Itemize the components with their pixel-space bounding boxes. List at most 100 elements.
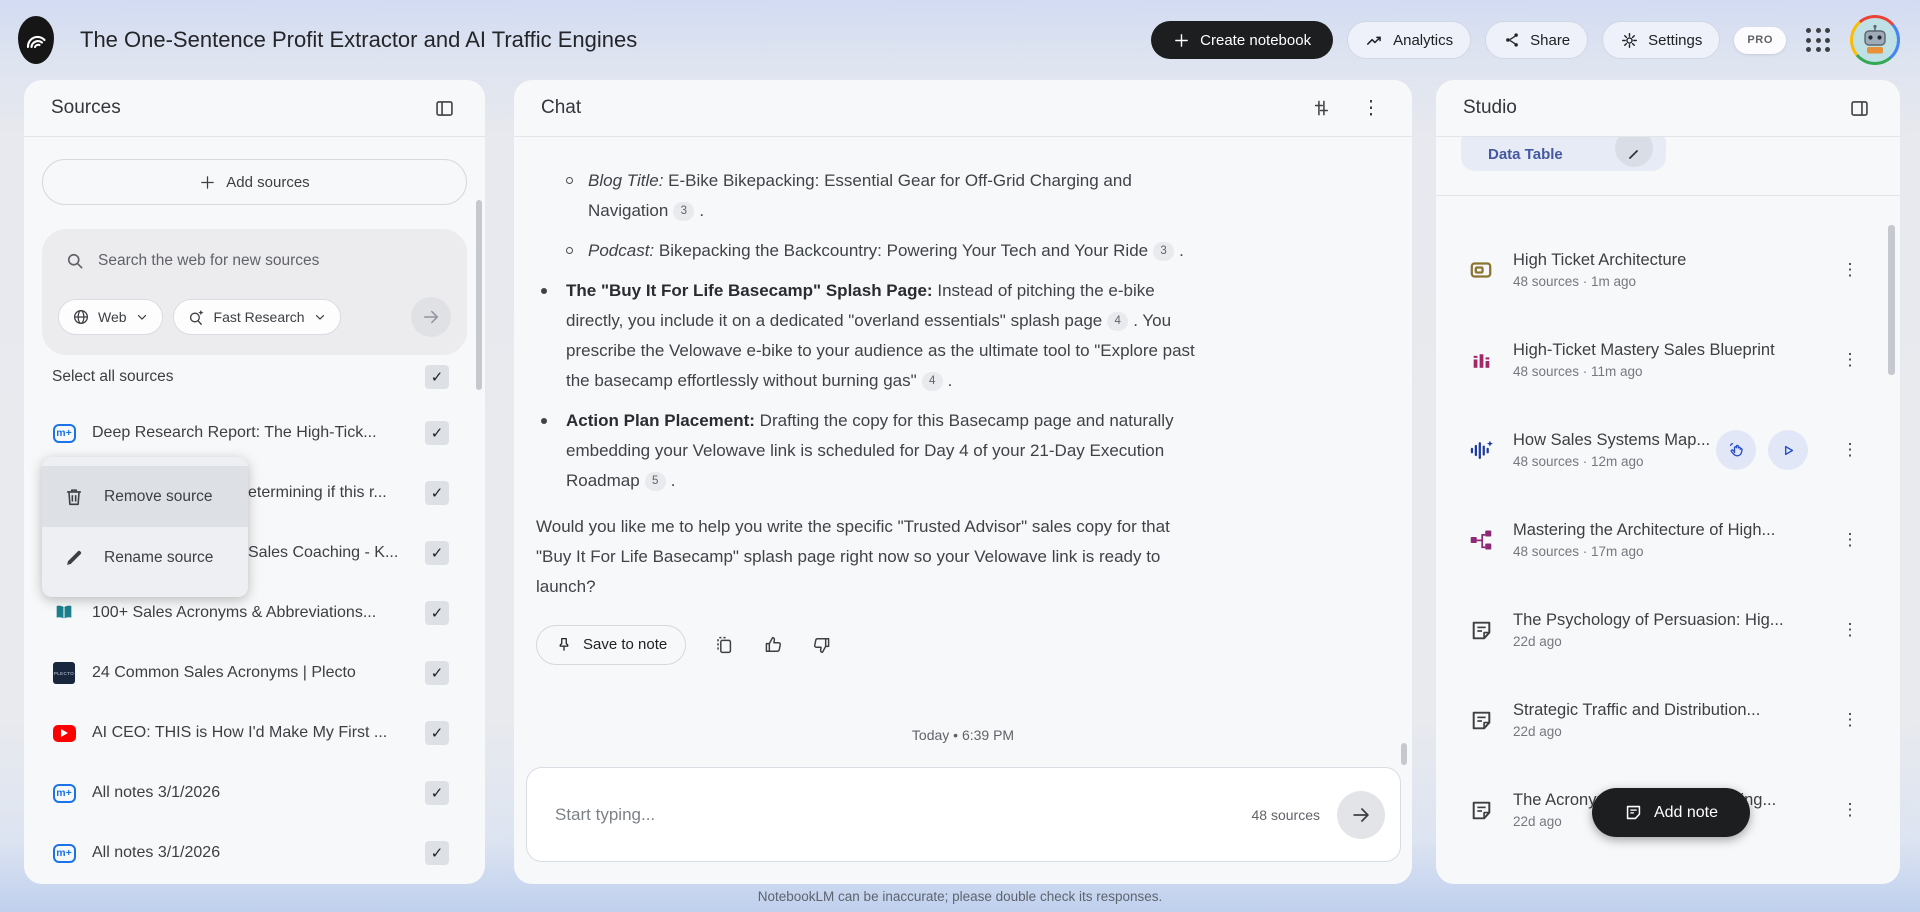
select-all-checkbox[interactable] xyxy=(425,365,449,389)
arrow-right-icon xyxy=(1350,804,1372,826)
source-row[interactable]: m+ All notes 3/1/2026 xyxy=(24,823,485,883)
source-search-input[interactable]: Search the web for new sources xyxy=(58,247,451,275)
item-more-icon[interactable]: ⋮ xyxy=(1838,800,1862,820)
disclaimer-text: NotebookLM can be inaccurate; please dou… xyxy=(0,889,1920,904)
source-checkbox[interactable] xyxy=(425,601,449,625)
chat-header: Chat ⋮ xyxy=(514,80,1412,137)
source-checkbox[interactable] xyxy=(425,721,449,745)
gear-icon xyxy=(1620,31,1639,50)
source-row[interactable]: PLECTO 24 Common Sales Acronyms | Plecto xyxy=(24,643,485,703)
citation-chip[interactable]: 4 xyxy=(1107,312,1128,331)
studio-item[interactable]: The Psychology of Persuasion: Hig... 22d… xyxy=(1436,585,1900,675)
source-checkbox[interactable] xyxy=(425,481,449,505)
citation-chip[interactable]: 3 xyxy=(1153,242,1174,261)
studio-item[interactable]: High-Ticket Mastery Sales Blueprint 48 s… xyxy=(1436,315,1900,405)
item-more-icon[interactable]: ⋮ xyxy=(1838,710,1862,730)
interactive-mode-button[interactable] xyxy=(1716,430,1756,470)
note-doc-icon: m+ xyxy=(53,784,76,803)
apps-grid-icon[interactable] xyxy=(1806,28,1830,52)
source-checkbox[interactable] xyxy=(425,841,449,865)
source-row[interactable]: AI CEO: THIS is How I'd Make My First ..… xyxy=(24,703,485,763)
audio-overview-icon xyxy=(1466,437,1496,464)
remove-source-menu-item[interactable]: Remove source xyxy=(42,466,248,527)
list-item-podcast: Podcast: Bikepacking the Backcountry: Po… xyxy=(536,236,1376,266)
settings-button[interactable]: Settings xyxy=(1602,21,1720,59)
source-checkbox[interactable] xyxy=(425,421,449,445)
item-more-icon[interactable]: ⋮ xyxy=(1838,440,1862,460)
source-checkbox[interactable] xyxy=(425,541,449,565)
studio-body: Data Table High Ticket Architecture 48 s… xyxy=(1436,137,1900,884)
globe-icon xyxy=(72,308,90,326)
item-more-icon[interactable]: ⋮ xyxy=(1838,620,1862,640)
notebook-title[interactable]: The One-Sentence Profit Extractor and AI… xyxy=(80,27,637,53)
search-filter-row: Web Fast Research xyxy=(58,297,451,337)
studio-item[interactable]: The Content Creation Engine: Wee... ⋮ xyxy=(1436,855,1900,884)
studio-item[interactable]: Mastering the Architecture of High... 48… xyxy=(1436,495,1900,585)
bullet-icon xyxy=(541,418,547,424)
message-actions: Save to note xyxy=(536,625,1376,665)
chat-scrollbar[interactable] xyxy=(1401,743,1407,765)
send-button[interactable] xyxy=(1337,791,1385,839)
audio-actions xyxy=(1716,430,1808,470)
chat-input-box: 48 sources xyxy=(526,767,1401,862)
rename-source-menu-item[interactable]: Rename source xyxy=(42,527,248,588)
web-search-card: Search the web for new sources Web Fast … xyxy=(42,229,467,355)
note-icon xyxy=(1466,618,1496,643)
bullet-icon xyxy=(566,247,573,254)
source-row[interactable]: m+ Deep Research Report: The High-Tick..… xyxy=(24,403,485,463)
source-checkbox[interactable] xyxy=(425,781,449,805)
share-icon xyxy=(1503,31,1521,49)
sources-scrollbar[interactable] xyxy=(476,200,482,390)
studio-item[interactable]: Strategic Traffic and Distribution... 22… xyxy=(1436,675,1900,765)
citation-chip[interactable]: 5 xyxy=(645,472,666,491)
list-item-splash-page: The "Buy It For Life Basecamp" Splash Pa… xyxy=(536,276,1376,396)
avatar[interactable] xyxy=(1850,15,1900,65)
source-checkbox[interactable] xyxy=(425,661,449,685)
citation-chip[interactable]: 4 xyxy=(922,372,943,391)
studio-item[interactable]: How Sales Systems Map... 48 sources · 12… xyxy=(1436,405,1900,495)
analytics-button[interactable]: Analytics xyxy=(1347,21,1471,59)
trash-icon xyxy=(63,486,85,508)
share-button[interactable]: Share xyxy=(1485,21,1588,59)
mindmap-icon xyxy=(1466,527,1496,553)
search-submit-button[interactable] xyxy=(411,297,451,337)
copy-icon[interactable] xyxy=(713,634,735,656)
source-row[interactable]: m+ All notes 3/1/2026 xyxy=(24,763,485,823)
plus-icon xyxy=(199,174,216,191)
chat-settings-icon[interactable] xyxy=(1304,91,1338,125)
studio-scrollbar[interactable] xyxy=(1888,225,1895,375)
chat-more-icon[interactable]: ⋮ xyxy=(1354,91,1388,125)
studio-title: Studio xyxy=(1463,97,1517,119)
source-context-menu: Remove source Rename source xyxy=(42,457,248,597)
item-more-icon[interactable]: ⋮ xyxy=(1838,530,1862,550)
web-filter-dropdown[interactable]: Web xyxy=(58,299,163,335)
collapse-panel-icon[interactable] xyxy=(427,91,461,125)
studio-item[interactable]: High Ticket Architecture 48 sources · 1m… xyxy=(1436,225,1900,315)
book-favicon xyxy=(52,602,76,624)
bar-chart-icon xyxy=(1466,348,1496,373)
chevron-down-icon xyxy=(135,310,149,324)
research-mode-dropdown[interactable]: Fast Research xyxy=(173,299,341,335)
thumbs-down-icon[interactable] xyxy=(811,634,833,656)
play-button[interactable] xyxy=(1768,430,1808,470)
list-item-action-plan: Action Plan Placement: Drafting the copy… xyxy=(536,406,1376,496)
note-icon xyxy=(1466,708,1496,733)
thumbs-up-icon[interactable] xyxy=(762,634,784,656)
add-sources-button[interactable]: Add sources xyxy=(42,159,467,205)
youtube-icon xyxy=(53,725,76,742)
item-more-icon[interactable]: ⋮ xyxy=(1838,260,1862,280)
avatar-image xyxy=(1853,18,1897,62)
notebooklm-logo-icon[interactable] xyxy=(18,16,54,64)
note-doc-icon: m+ xyxy=(53,844,76,863)
trending-up-icon xyxy=(1365,31,1384,50)
create-notebook-button[interactable]: Create notebook xyxy=(1151,21,1333,59)
bullet-icon xyxy=(566,177,573,184)
add-note-button[interactable]: Add note xyxy=(1592,788,1750,837)
save-to-note-button[interactable]: Save to note xyxy=(536,625,686,665)
search-icon xyxy=(65,251,85,271)
plus-icon xyxy=(1173,32,1190,49)
expand-panel-icon[interactable] xyxy=(1842,91,1876,125)
item-more-icon[interactable]: ⋮ xyxy=(1838,350,1862,370)
citation-chip[interactable]: 3 xyxy=(673,202,694,221)
chat-input[interactable] xyxy=(553,804,1252,826)
